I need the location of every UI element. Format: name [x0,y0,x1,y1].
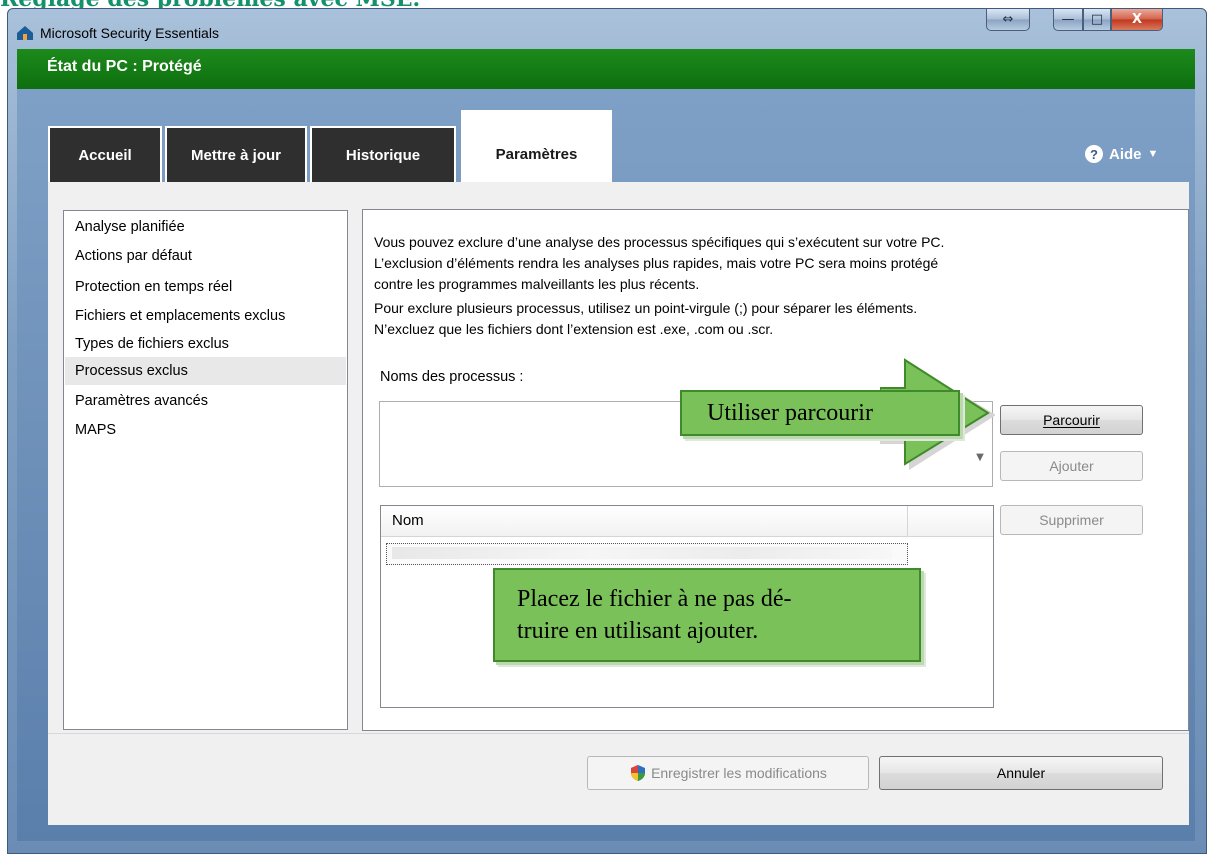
tab-parametres[interactable]: Paramètres [461,110,612,182]
callout-line: Placez le fichier à ne pas dé- [517,586,792,612]
nav-item-parametres-avances[interactable]: Paramètres avancés [65,387,346,415]
nav-item-actions-par-defaut[interactable]: Actions par défaut [65,242,346,270]
add-button[interactable]: Ajouter [1000,451,1143,481]
nav-item-analyse-planifiee[interactable]: Analyse planifiée [65,213,346,241]
callout-place-file: Placez le fichier à ne pas dé- truire en… [493,568,921,662]
description-line: Vous pouvez exclure d’une analyse des pr… [374,234,945,250]
tab-mettre-a-jour[interactable]: Mettre à jour [165,126,307,182]
description-line: L’exclusion d’éléments rendra les analys… [374,255,939,271]
maximize-button[interactable]: □ [1083,9,1111,31]
blurred-row-content [392,547,892,559]
remove-button[interactable]: Supprimer [1000,505,1143,535]
description-line: contre les programmes malveillants les p… [374,276,700,292]
settings-nav: Analyse planifiée Actions par défaut Pro… [63,210,348,730]
app-logo-icon [17,26,33,40]
tab-accueil[interactable]: Accueil [48,126,162,182]
pc-status-text: État du PC : Protégé [47,58,202,75]
status-bar: État du PC : Protégé [17,49,1195,89]
nav-item-types-fichiers-exclus[interactable]: Types de fichiers exclus [65,330,346,358]
save-changes-button[interactable]: Enregistrer les modifications [587,756,869,790]
table-header [381,506,993,537]
nav-item-fichiers-emplacements-exclus[interactable]: Fichiers et emplacements exclus [65,302,346,330]
chevron-down-icon: ▼ [1147,148,1159,160]
close-button[interactable]: X [1111,9,1163,31]
save-changes-label: Enregistrer les modifications [651,765,827,781]
browse-button[interactable]: Parcourir [1000,405,1143,435]
callout-use-browse: Utiliser parcourir [680,390,960,436]
window-title: Microsoft Security Essentials [40,25,219,41]
process-names-label: Noms des processus : [380,369,524,385]
nav-item-processus-exclus[interactable]: Processus exclus [65,357,346,385]
minimize-button[interactable]: — [1053,9,1083,31]
resize-button[interactable]: ⇔ [986,9,1030,31]
title-bar[interactable]: Microsoft Security Essentials ⇔ — □ X [8,9,1206,49]
help-icon: ? [1085,145,1103,163]
shield-icon [631,765,646,781]
divider [48,733,1189,734]
help-label: Aide [1109,145,1142,163]
column-header-nom[interactable]: Nom [392,512,424,529]
nav-item-protection-temps-reel[interactable]: Protection en temps réel [65,273,346,301]
callout-line: truire en utilisant ajouter. [517,618,759,644]
description-line: Pour exclure plusieurs processus, utilis… [374,300,918,316]
column-divider[interactable] [907,506,908,536]
cancel-button[interactable]: Annuler [879,756,1163,790]
browse-label: Parcourir [1043,412,1100,428]
nav-item-maps[interactable]: MAPS [65,416,346,444]
help-menu[interactable]: ? Aide ▼ [1085,145,1158,163]
description-line: N’excluez que les fichiers dont l’extens… [374,321,774,337]
tab-historique[interactable]: Historique [310,126,456,182]
